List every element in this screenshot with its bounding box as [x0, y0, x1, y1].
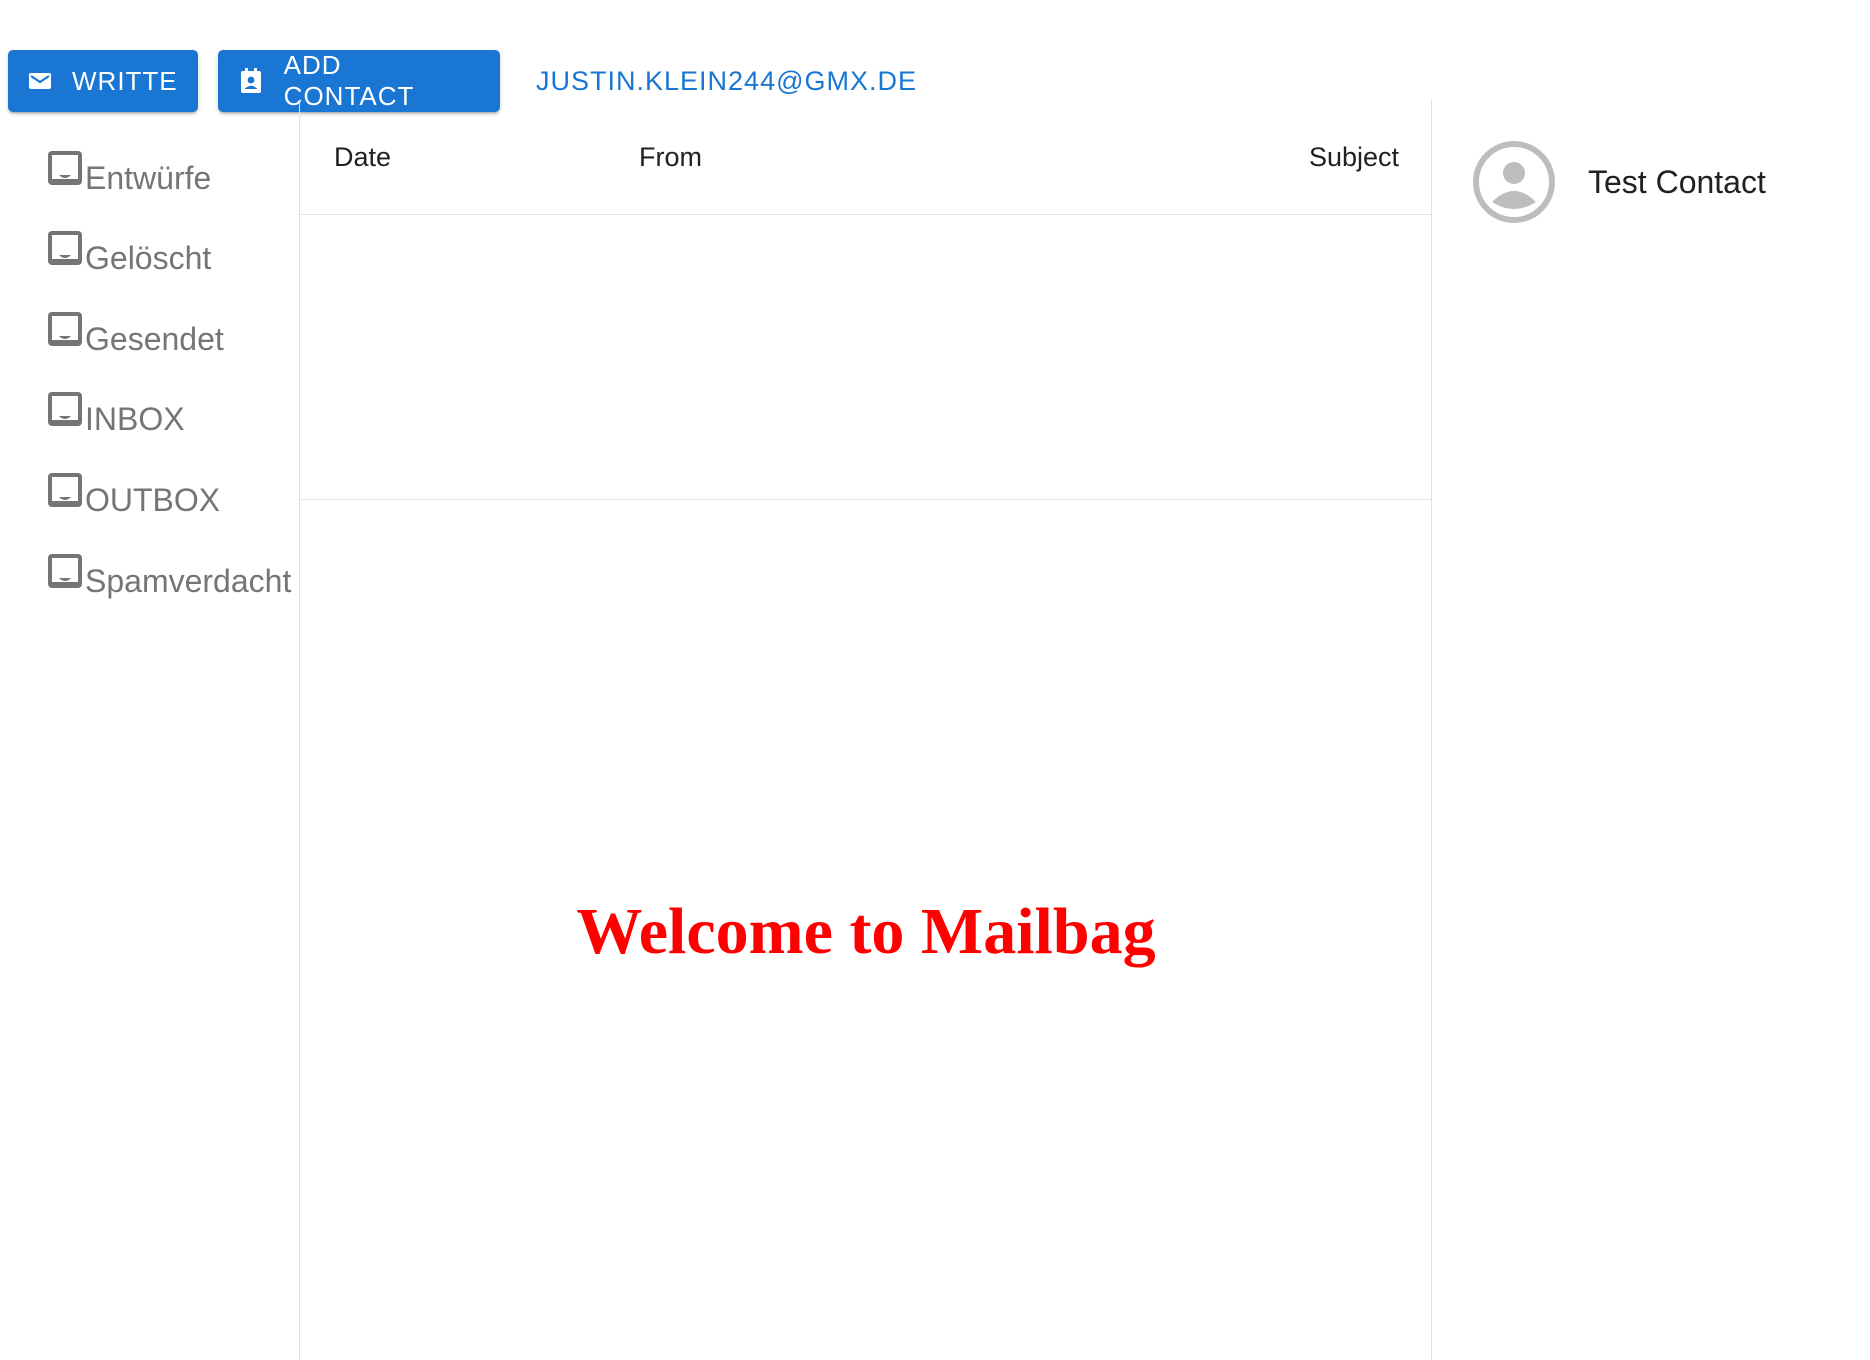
mailbox-label: OUTBOX: [85, 482, 221, 518]
mailbox-list: Entwürfe Gelöscht Gesendet INBOX OUTBOX: [0, 100, 300, 1360]
mail-icon: [28, 68, 52, 94]
inbox-icon: [45, 470, 85, 514]
contact-item[interactable]: Test Contact: [1472, 140, 1766, 224]
message-list: Date From Subject: [301, 100, 1431, 500]
mailbox-item-spamverdacht[interactable]: Spamverdacht: [45, 554, 292, 605]
inbox-icon: [45, 551, 85, 595]
mailbox-label: Gesendet: [85, 321, 224, 357]
mailbox-label: Spamverdacht: [85, 563, 292, 599]
view-area: Welcome to Mailbag: [301, 501, 1431, 1360]
mailbag-app: Writte Add Contact justin.klein244@gmx.d…: [0, 0, 1870, 1360]
inbox-icon: [45, 389, 85, 433]
inbox-icon: [45, 309, 85, 353]
mailbox-item-inbox[interactable]: INBOX: [45, 392, 185, 443]
column-header-from[interactable]: From: [639, 142, 702, 173]
column-header-date[interactable]: Date: [334, 142, 391, 173]
mailbox-item-outbox[interactable]: OUTBOX: [45, 473, 221, 524]
mailbox-label: Gelöscht: [85, 240, 212, 276]
inbox-icon: [45, 228, 85, 272]
user-email-link[interactable]: justin.klein244@gmx.de: [536, 66, 917, 97]
contact-card-icon: [238, 68, 264, 94]
column-header-subject[interactable]: Subject: [1309, 142, 1399, 173]
mailbox-item-entwuerfe[interactable]: Entwürfe: [45, 151, 212, 202]
mailbox-item-gesendet[interactable]: Gesendet: [45, 312, 224, 363]
welcome-message: Welcome to Mailbag: [576, 895, 1156, 968]
account-circle-icon: [1472, 140, 1556, 224]
mailbox-label: INBOX: [85, 401, 185, 437]
mailbox-label: Entwürfe: [85, 160, 212, 196]
contact-list: Test Contact: [1431, 100, 1870, 1360]
message-list-header: Date From Subject: [301, 100, 1431, 215]
contact-name: Test Contact: [1588, 163, 1766, 200]
mailbox-item-geloescht[interactable]: Gelöscht: [45, 231, 212, 282]
write-button-label: Writte: [72, 65, 178, 96]
inbox-icon: [45, 148, 85, 192]
